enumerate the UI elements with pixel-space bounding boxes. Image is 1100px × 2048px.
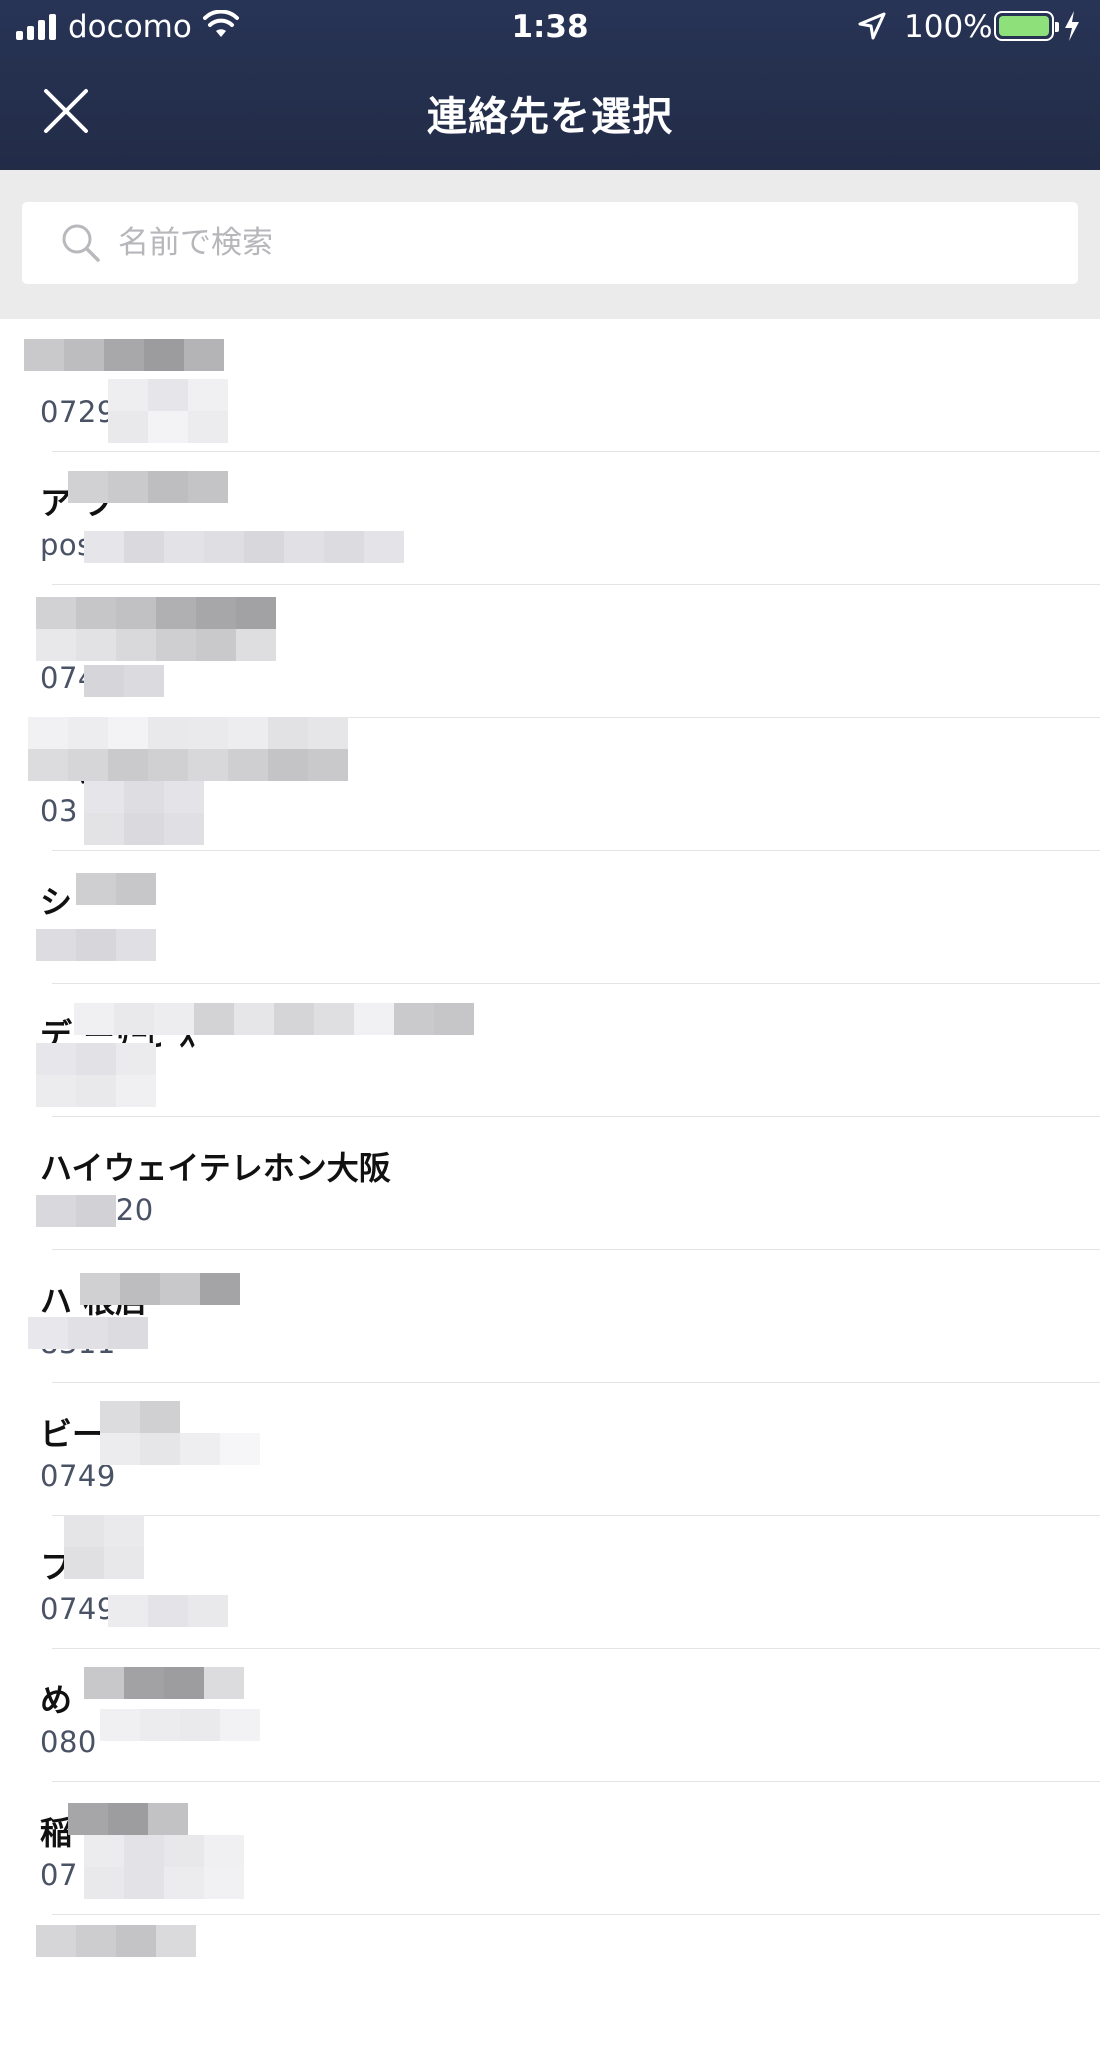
- contact-name: ハイウェイテレホン大阪: [40, 1149, 391, 1187]
- privacy-mosaic: [84, 781, 234, 845]
- contact-row[interactable]: シ 951: [0, 851, 1100, 984]
- charging-bolt-icon: [1065, 11, 1079, 41]
- privacy-mosaic: [76, 873, 180, 905]
- privacy-mosaic: [80, 1273, 240, 1305]
- privacy-mosaic: [68, 1803, 192, 1835]
- app-header: docomo 1:38 100% 連絡先を選択: [0, 0, 1100, 170]
- status-bar: docomo 1:38 100%: [0, 0, 1100, 54]
- contact-name: め: [40, 1681, 73, 1719]
- privacy-mosaic: [36, 1043, 156, 1107]
- privacy-mosaic: [108, 1595, 232, 1627]
- privacy-mosaic: [84, 1667, 244, 1699]
- battery-percentage: 100%: [904, 9, 993, 45]
- privacy-mosaic: [24, 339, 224, 371]
- privacy-mosaic: [36, 1925, 200, 1957]
- contact-detail: 080: [40, 1725, 97, 1759]
- privacy-mosaic: [28, 717, 348, 781]
- privacy-mosaic: [36, 1195, 136, 1227]
- privacy-mosaic: [100, 1709, 276, 1741]
- privacy-mosaic: [84, 1835, 248, 1899]
- privacy-mosaic: [36, 929, 176, 961]
- contact-detail: 03: [40, 794, 78, 828]
- contact-row[interactable]: ハイウェイテレホン大阪 761620: [0, 1117, 1100, 1250]
- location-arrow-icon: [858, 12, 886, 40]
- contact-row[interactable]: フ 0749: [0, 1516, 1100, 1649]
- privacy-mosaic: [84, 665, 188, 697]
- privacy-mosaic: [64, 1515, 148, 1579]
- privacy-mosaic: [84, 531, 404, 563]
- privacy-mosaic: [74, 1003, 474, 1035]
- contact-name: シ: [40, 883, 73, 921]
- privacy-mosaic: [28, 1317, 168, 1349]
- search-icon: [62, 224, 100, 262]
- search-field[interactable]: [22, 202, 1078, 284]
- privacy-mosaic: [108, 379, 228, 443]
- battery-icon: [994, 11, 1059, 41]
- search-input[interactable]: [118, 202, 1018, 284]
- search-bar: [0, 170, 1100, 319]
- privacy-mosaic: [100, 1401, 184, 1433]
- privacy-mosaic: [100, 1433, 264, 1465]
- contact-detail: 0729: [40, 395, 116, 429]
- contact-detail: 0749: [40, 1592, 116, 1626]
- contact-name: ビー: [40, 1415, 105, 1453]
- privacy-mosaic: [68, 471, 228, 503]
- page-title: 連絡先を選択: [427, 94, 673, 140]
- privacy-mosaic: [36, 597, 292, 661]
- contact-detail: 07: [40, 1858, 78, 1892]
